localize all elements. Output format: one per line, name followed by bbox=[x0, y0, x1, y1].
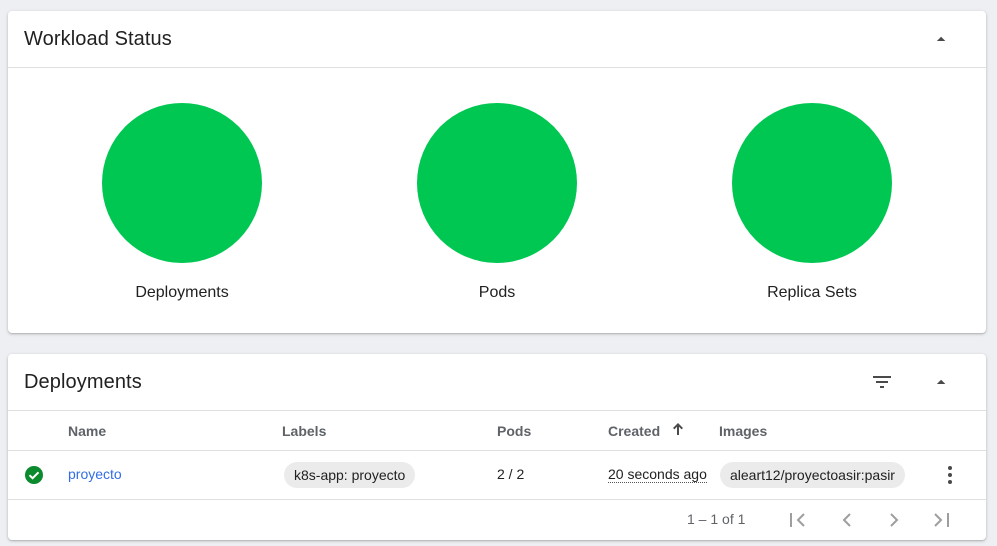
deployments-header: Deployments bbox=[8, 354, 986, 411]
paginator: 1 – 1 of 1 bbox=[8, 500, 986, 540]
table-header: Name Labels Pods Created Images bbox=[8, 411, 986, 451]
filter-icon[interactable] bbox=[866, 366, 898, 398]
next-page-icon[interactable] bbox=[884, 510, 904, 533]
label-chip: k8s-app: proyecto bbox=[284, 462, 416, 488]
table-row[interactable]: proyecto k8s-app: proyecto 2 / 2 20 seco… bbox=[8, 451, 986, 500]
column-images: Images bbox=[719, 423, 768, 439]
status-label: Pods bbox=[478, 284, 516, 301]
previous-page-icon[interactable] bbox=[837, 510, 857, 533]
deployments-table: Name Labels Pods Created Images proyecto… bbox=[8, 411, 986, 500]
deployments-card: Deployments Name Labels Pods Created Ima… bbox=[8, 354, 986, 540]
last-page-icon[interactable] bbox=[930, 510, 952, 533]
pagination-range: 1 – 1 of 1 bbox=[687, 511, 746, 527]
pods-count: 2 / 2 bbox=[497, 466, 525, 482]
workload-status-header: Workload Status bbox=[8, 11, 986, 68]
status-label: Replica Sets bbox=[767, 284, 857, 301]
column-pods: Pods bbox=[497, 423, 532, 439]
deployment-name-link[interactable]: proyecto bbox=[68, 466, 122, 482]
card-title: Deployments bbox=[24, 370, 142, 393]
workload-status-card: Workload Status Deployments Pods Replica… bbox=[8, 11, 986, 333]
pods-status-circle[interactable] bbox=[417, 103, 577, 263]
collapse-icon[interactable] bbox=[925, 23, 957, 55]
replica-sets-status-circle[interactable] bbox=[732, 103, 892, 263]
check-circle-icon bbox=[25, 466, 43, 487]
column-created[interactable]: Created bbox=[608, 423, 660, 439]
workload-status-charts: Deployments Pods Replica Sets bbox=[8, 103, 986, 313]
image-chip: aleart12/proyectoasir:pasir bbox=[720, 462, 905, 488]
deployments-status-circle[interactable] bbox=[102, 103, 262, 263]
status-label: Deployments bbox=[135, 284, 229, 301]
collapse-icon[interactable] bbox=[925, 366, 957, 398]
status-pods[interactable]: Pods bbox=[397, 103, 597, 302]
sort-arrow-icon[interactable] bbox=[672, 422, 684, 439]
first-page-icon[interactable] bbox=[787, 510, 809, 533]
more-vert-icon[interactable] bbox=[942, 464, 958, 489]
column-name[interactable]: Name bbox=[68, 423, 106, 439]
created-time: 20 seconds ago bbox=[608, 466, 707, 483]
column-labels: Labels bbox=[282, 423, 327, 439]
status-deployments[interactable]: Deployments bbox=[82, 103, 282, 302]
card-title: Workload Status bbox=[24, 27, 172, 50]
status-replica-sets[interactable]: Replica Sets bbox=[712, 103, 912, 302]
